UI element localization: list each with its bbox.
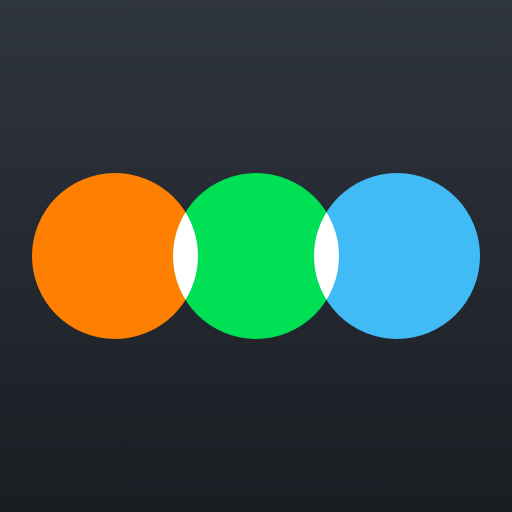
three-circles-logo-icon — [32, 173, 480, 339]
app-icon-tile — [0, 0, 512, 512]
